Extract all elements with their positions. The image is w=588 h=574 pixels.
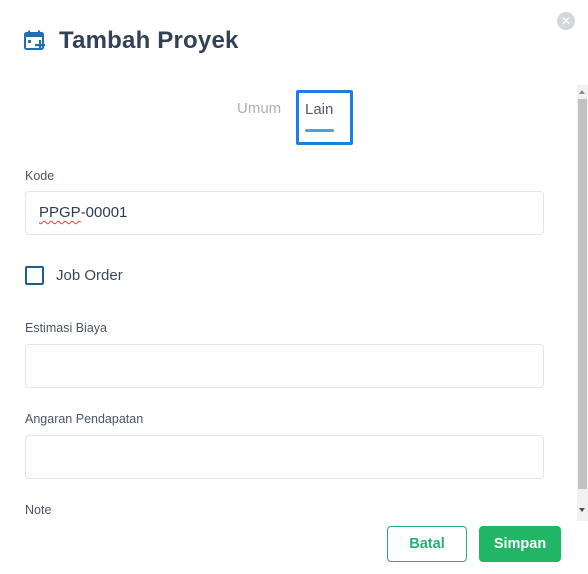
job-order-checkbox[interactable] (25, 266, 44, 285)
add-project-dialog: ✕ Tambah Proyek Umum Lain Kode PPGP-0000… (0, 0, 588, 574)
calendar-add-icon (24, 30, 45, 50)
close-button[interactable]: ✕ (557, 12, 575, 30)
note-label: Note (25, 503, 52, 517)
kode-value-suffix: -00001 (80, 204, 128, 221)
dialog-header: Tambah Proyek (24, 26, 239, 56)
scrollbar[interactable] (577, 85, 588, 521)
tab-lain-label: Lain (305, 101, 334, 118)
cancel-button[interactable]: Batal (387, 526, 467, 562)
kode-input[interactable]: PPGP-00001 (25, 191, 544, 235)
scrollbar-thumb[interactable] (578, 99, 587, 489)
scroll-down-arrow-icon[interactable] (579, 508, 585, 512)
dialog-title: Tambah Proyek (59, 27, 239, 54)
tab-umum[interactable]: Umum (237, 100, 281, 117)
angaran-pendapatan-input[interactable] (25, 435, 544, 479)
kode-value-prefix: PPGP (39, 204, 81, 221)
active-tab-indicator (305, 129, 334, 132)
close-icon: ✕ (560, 14, 572, 28)
job-order-checkbox-row[interactable]: Job Order (25, 266, 123, 285)
tab-bar: Umum Lain (0, 90, 588, 146)
estimasi-biaya-input[interactable] (25, 344, 544, 388)
tab-lain[interactable]: Lain (296, 90, 353, 145)
angaran-pendapatan-label: Angaran Pendapatan (25, 412, 144, 426)
estimasi-biaya-label: Estimasi Biaya (25, 321, 107, 335)
kode-label: Kode (25, 169, 55, 183)
save-button[interactable]: Simpan (479, 526, 561, 562)
job-order-label: Job Order (56, 267, 123, 284)
scroll-up-arrow-icon[interactable] (579, 90, 585, 94)
